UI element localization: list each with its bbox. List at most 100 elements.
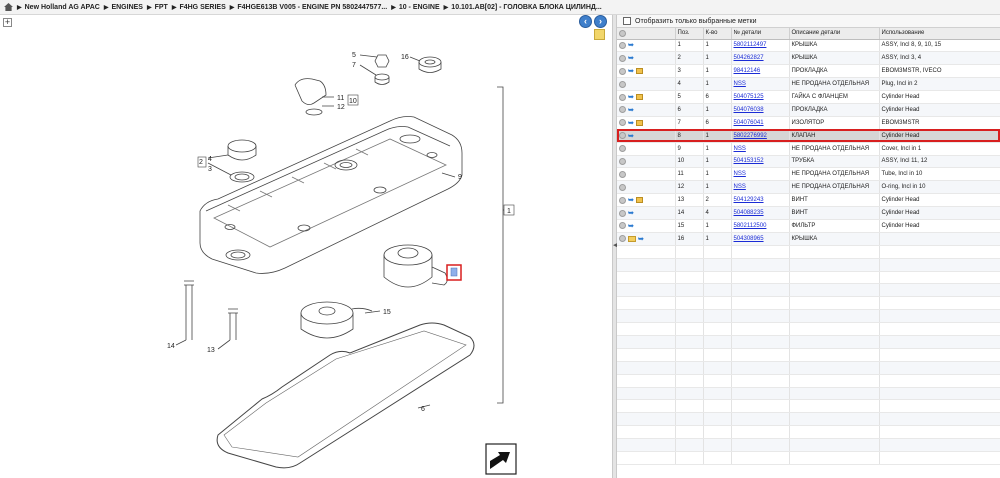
callout-16[interactable]: 16 — [401, 54, 409, 61]
part-number-link[interactable]: 5802276992 — [734, 133, 767, 139]
callout-5[interactable]: 5 — [352, 52, 356, 59]
part-number-link[interactable]: 5802112497 — [734, 42, 767, 48]
table-row[interactable]: ➥ 5 6 504075125 ГАЙКА С ФЛАНЦЕМ Cylinder Head — [617, 90, 1000, 104]
callout-6[interactable]: 6 — [421, 406, 425, 413]
table-row[interactable]: 12 1 NSS НЕ ПРОДАНА ОТДЕЛЬНАЯ O-ring, Incl i… — [617, 180, 1000, 195]
part-number-link[interactable]: NSS — [734, 81, 746, 87]
add-to-cart-arrow-icon[interactable]: ➥ — [638, 235, 644, 243]
breadcrumb-item[interactable]: F4HG SERIES — [179, 4, 225, 11]
table-row[interactable]: ➥ 14 4 504088235 ВИНТ Cylinder Head — [617, 206, 1000, 220]
select-row-icon[interactable] — [619, 157, 626, 165]
part-number-link[interactable]: 504088235 — [734, 210, 764, 216]
select-all-icon[interactable] — [619, 29, 626, 37]
callout-13[interactable]: 13 — [207, 347, 215, 354]
callout-11[interactable]: 11 — [337, 95, 344, 102]
table-row[interactable]: 10 1 504153152 ТРУБКА ASSY, Incl 11, 12 — [617, 155, 1000, 169]
breadcrumb-item[interactable]: F4HGE613B V005 - ENGINE PN 5802447577... — [237, 4, 387, 11]
select-row-icon[interactable] — [619, 145, 626, 153]
row-usage: ASSY, Incl 3, 4 — [879, 51, 1000, 66]
show-selected-checkbox[interactable] — [623, 17, 631, 25]
table-row[interactable]: ➥ 8 1 5802276992 КЛАПАН Cylinder Head — [617, 129, 1000, 143]
table-row[interactable]: 4 1 NSS НЕ ПРОДАНА ОТДЕЛЬНАЯ Plug, Incl in 2 — [617, 77, 1000, 92]
table-row[interactable]: ➥ 3 1 98412146 ПРОКЛАДКА EBOM3MSTR, IVECO — [617, 64, 1000, 79]
add-to-cart-arrow-icon[interactable]: ➥ — [628, 41, 634, 49]
callout-12[interactable]: 12 — [337, 104, 345, 111]
add-to-cart-arrow-icon[interactable]: ➥ — [628, 119, 634, 127]
breadcrumb-item[interactable]: 10 - ENGINE — [399, 4, 440, 11]
callout-3[interactable]: 3 — [208, 166, 212, 173]
column-header-usage[interactable]: Использование — [879, 28, 1000, 40]
select-row-icon[interactable] — [619, 67, 626, 75]
table-row[interactable]: ➥ 15 1 5802112500 ФИЛЬТР Cylinder Head — [617, 219, 1000, 233]
select-row-icon[interactable] — [619, 196, 626, 204]
select-row-icon[interactable] — [619, 170, 626, 178]
part-number-link[interactable]: 504129243 — [734, 197, 764, 203]
part-number-link[interactable]: 504153152 — [734, 158, 764, 164]
breadcrumb-item[interactable]: FPT — [155, 4, 168, 11]
column-header-pos[interactable]: Поз. — [675, 28, 704, 40]
table-row[interactable]: ➥ 7 6 504076041 ИЗОЛЯТОР EBOM3MSTR — [617, 116, 1000, 130]
table-row[interactable]: 11 1 NSS НЕ ПРОДАНА ОТДЕЛЬНАЯ Tube, Incl in … — [617, 167, 1000, 182]
table-row[interactable]: ➥ 6 1 504076038 ПРОКЛАДКА Cylinder Head — [617, 103, 1000, 117]
part-number-link[interactable]: 504076038 — [734, 107, 764, 113]
breadcrumb-item[interactable]: ENGINES — [111, 4, 143, 11]
select-row-icon[interactable] — [619, 54, 626, 62]
callout-1[interactable]: 1 — [507, 208, 511, 215]
empty-table-row — [617, 361, 1000, 375]
callout-15[interactable]: 15 — [383, 309, 391, 316]
kit-box-icon[interactable] — [635, 68, 643, 75]
part-number-link[interactable]: 504262827 — [734, 55, 764, 61]
select-row-icon[interactable] — [619, 235, 626, 243]
part-number-link[interactable]: 504075125 — [734, 94, 764, 100]
callout-4[interactable]: 4 — [208, 156, 212, 163]
select-row-icon[interactable] — [619, 80, 626, 88]
callout-9[interactable]: 9 — [458, 174, 462, 181]
select-row-icon[interactable] — [619, 41, 626, 49]
add-to-cart-arrow-icon[interactable]: ➥ — [628, 132, 634, 140]
table-row[interactable]: ➥ 13 2 504129243 ВИНТ Cylinder Head — [617, 193, 1000, 208]
select-row-icon[interactable] — [619, 93, 626, 101]
add-to-cart-arrow-icon[interactable]: ➥ — [628, 222, 634, 230]
callout-10[interactable]: 10 — [349, 98, 357, 105]
navigate-arrow-icon[interactable] — [485, 443, 517, 475]
column-header-desc[interactable]: Описание детали — [789, 28, 880, 40]
add-to-cart-arrow-icon[interactable]: ➥ — [628, 93, 634, 101]
add-to-cart-arrow-icon[interactable]: ➥ — [628, 54, 634, 62]
select-row-icon[interactable] — [619, 119, 626, 127]
callout-14[interactable]: 14 — [167, 343, 175, 350]
add-to-cart-arrow-icon[interactable]: ➥ — [628, 67, 634, 75]
select-row-icon[interactable] — [619, 209, 626, 217]
callout-2[interactable]: 2 — [199, 159, 203, 166]
callout-7[interactable]: 7 — [352, 62, 356, 69]
breadcrumb-item[interactable]: 10.101.AB[02] - ГОЛОВКА БЛОКА ЦИЛИНД... — [451, 4, 601, 11]
part-number-link[interactable]: 504308965 — [734, 236, 764, 242]
breadcrumb-item[interactable]: New Holland AG APAC — [25, 4, 100, 11]
diagram-pane: + ‹ › 5 7 16 11 12 10 4 2 3 9 1 15 14 13… — [0, 15, 612, 478]
table-row[interactable]: ➥ 1 1 5802112497 КРЫШКА ASSY, Incl 8, 9, 10, … — [617, 39, 1000, 53]
column-header-select[interactable] — [617, 28, 676, 40]
add-to-cart-arrow-icon[interactable]: ➥ — [628, 106, 634, 114]
add-to-cart-arrow-icon[interactable]: ➥ — [628, 209, 634, 217]
add-to-cart-arrow-icon[interactable]: ➥ — [628, 196, 634, 204]
part-number-link[interactable]: 98412146 — [734, 68, 761, 74]
table-row[interactable]: ➥ 2 1 504262827 КРЫШКА ASSY, Incl 3, 4 — [617, 51, 1000, 66]
part-number-link[interactable]: 504076041 — [734, 120, 764, 126]
part-number-link[interactable]: NSS — [734, 146, 746, 152]
select-row-icon[interactable] — [619, 183, 626, 191]
folder-icon[interactable] — [628, 235, 636, 242]
kit-box-icon[interactable] — [635, 197, 643, 204]
part-number-link[interactable]: 5802112500 — [734, 223, 767, 229]
column-header-part[interactable]: № детали — [731, 28, 790, 40]
select-row-icon[interactable] — [619, 132, 626, 140]
part-number-link[interactable]: NSS — [734, 184, 746, 190]
select-row-icon[interactable] — [619, 222, 626, 230]
home-icon[interactable] — [4, 3, 13, 11]
column-header-qty[interactable]: К-во — [703, 28, 732, 40]
table-row[interactable]: 9 1 NSS НЕ ПРОДАНА ОТДЕЛЬНАЯ Cover, Incl in … — [617, 142, 1000, 156]
select-row-icon[interactable] — [619, 106, 626, 114]
row-usage: Cylinder Head — [879, 103, 1000, 117]
kit-box-icon[interactable] — [635, 119, 643, 126]
kit-box-icon[interactable] — [635, 94, 643, 100]
table-row[interactable]: ➥ 16 1 504308965 КРЫШКА — [617, 232, 1000, 246]
part-number-link[interactable]: NSS — [734, 171, 746, 177]
